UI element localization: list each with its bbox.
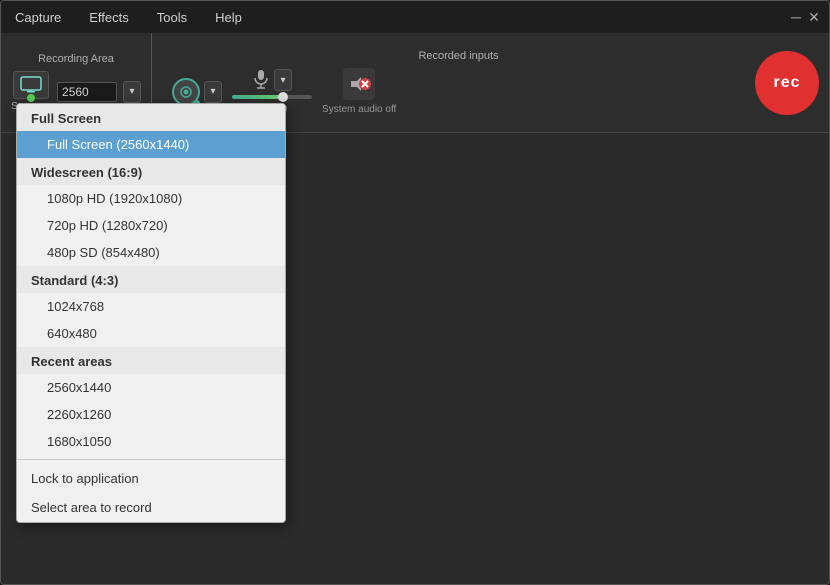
app-window: Capture Effects Tools Help ─ ✕ Recording… [0, 0, 830, 585]
resolution-dropdown-button[interactable]: ▾ [123, 81, 141, 103]
dropdown-item-fullscreen-2560[interactable]: Full Screen (2560x1440) [17, 131, 285, 158]
menu-effects[interactable]: Effects [83, 6, 135, 29]
dropdown-action-select-area[interactable]: Select area to record [17, 493, 285, 522]
system-audio-button[interactable] [343, 68, 375, 100]
record-button[interactable]: rec [755, 51, 819, 115]
dropdown-section-standard: Standard (4:3) [17, 266, 285, 293]
mic-volume-fill [232, 95, 280, 99]
mic-icon-wrap: ▾ [252, 69, 292, 91]
title-bar: Capture Effects Tools Help ─ ✕ [1, 1, 829, 33]
active-indicator [27, 94, 35, 102]
menu-capture[interactable]: Capture [9, 6, 67, 29]
dropdown-item-720p[interactable]: 720p HD (1280x720) [17, 212, 285, 239]
mic-volume-bar [232, 95, 312, 99]
dropdown-section-fullscreen: Full Screen [17, 104, 285, 131]
system-audio-group: System audio off [322, 68, 396, 115]
recording-area-label: Recording Area [38, 53, 114, 65]
resolution-input-wrap [57, 82, 117, 102]
dropdown-item-recent-2560[interactable]: 2560x1440 [17, 374, 285, 401]
menu-help[interactable]: Help [209, 6, 248, 29]
system-audio-icon [347, 72, 371, 96]
mic-volume-thumb[interactable] [278, 92, 288, 102]
dropdown-item-640x480[interactable]: 640x480 [17, 320, 285, 347]
dropdown-item-recent-1680[interactable]: 1680x1050 [17, 428, 285, 455]
dropdown-action-lock[interactable]: Lock to application [17, 464, 285, 493]
dropdown-item-1024x768[interactable]: 1024x768 [17, 293, 285, 320]
webcam-button[interactable] [172, 78, 200, 106]
system-audio-label: System audio off [322, 104, 396, 115]
resolution-dropdown-menu: Full Screen Full Screen (2560x1440) Wide… [16, 103, 286, 523]
minimize-button[interactable]: ─ [789, 10, 803, 24]
webcam-icon-wrap: ▾ [172, 78, 222, 106]
window-controls: ─ ✕ [789, 10, 821, 24]
dropdown-section-widescreen: Widescreen (16:9) [17, 158, 285, 185]
dropdown-section-recent: Recent areas [17, 347, 285, 374]
close-button[interactable]: ✕ [807, 10, 821, 24]
resolution-input[interactable] [57, 82, 117, 102]
dropdown-item-480p[interactable]: 480p SD (854x480) [17, 239, 285, 266]
menu-bar: Capture Effects Tools Help [9, 6, 248, 29]
dropdown-separator [17, 459, 285, 460]
microphone-icon [252, 69, 270, 91]
mic-dropdown-button[interactable]: ▾ [274, 69, 292, 91]
dropdown-item-1080p[interactable]: 1080p HD (1920x1080) [17, 185, 285, 212]
recorded-inputs-label: Recorded inputs [172, 50, 745, 62]
webcam-input-group: ▾ [172, 78, 222, 106]
dropdown-item-recent-2260[interactable]: 2260x1260 [17, 401, 285, 428]
mic-volume-slider[interactable] [232, 95, 312, 99]
webcam-dropdown-button[interactable]: ▾ [204, 81, 222, 103]
screen-icon [13, 71, 49, 99]
menu-tools[interactable]: Tools [151, 6, 193, 29]
